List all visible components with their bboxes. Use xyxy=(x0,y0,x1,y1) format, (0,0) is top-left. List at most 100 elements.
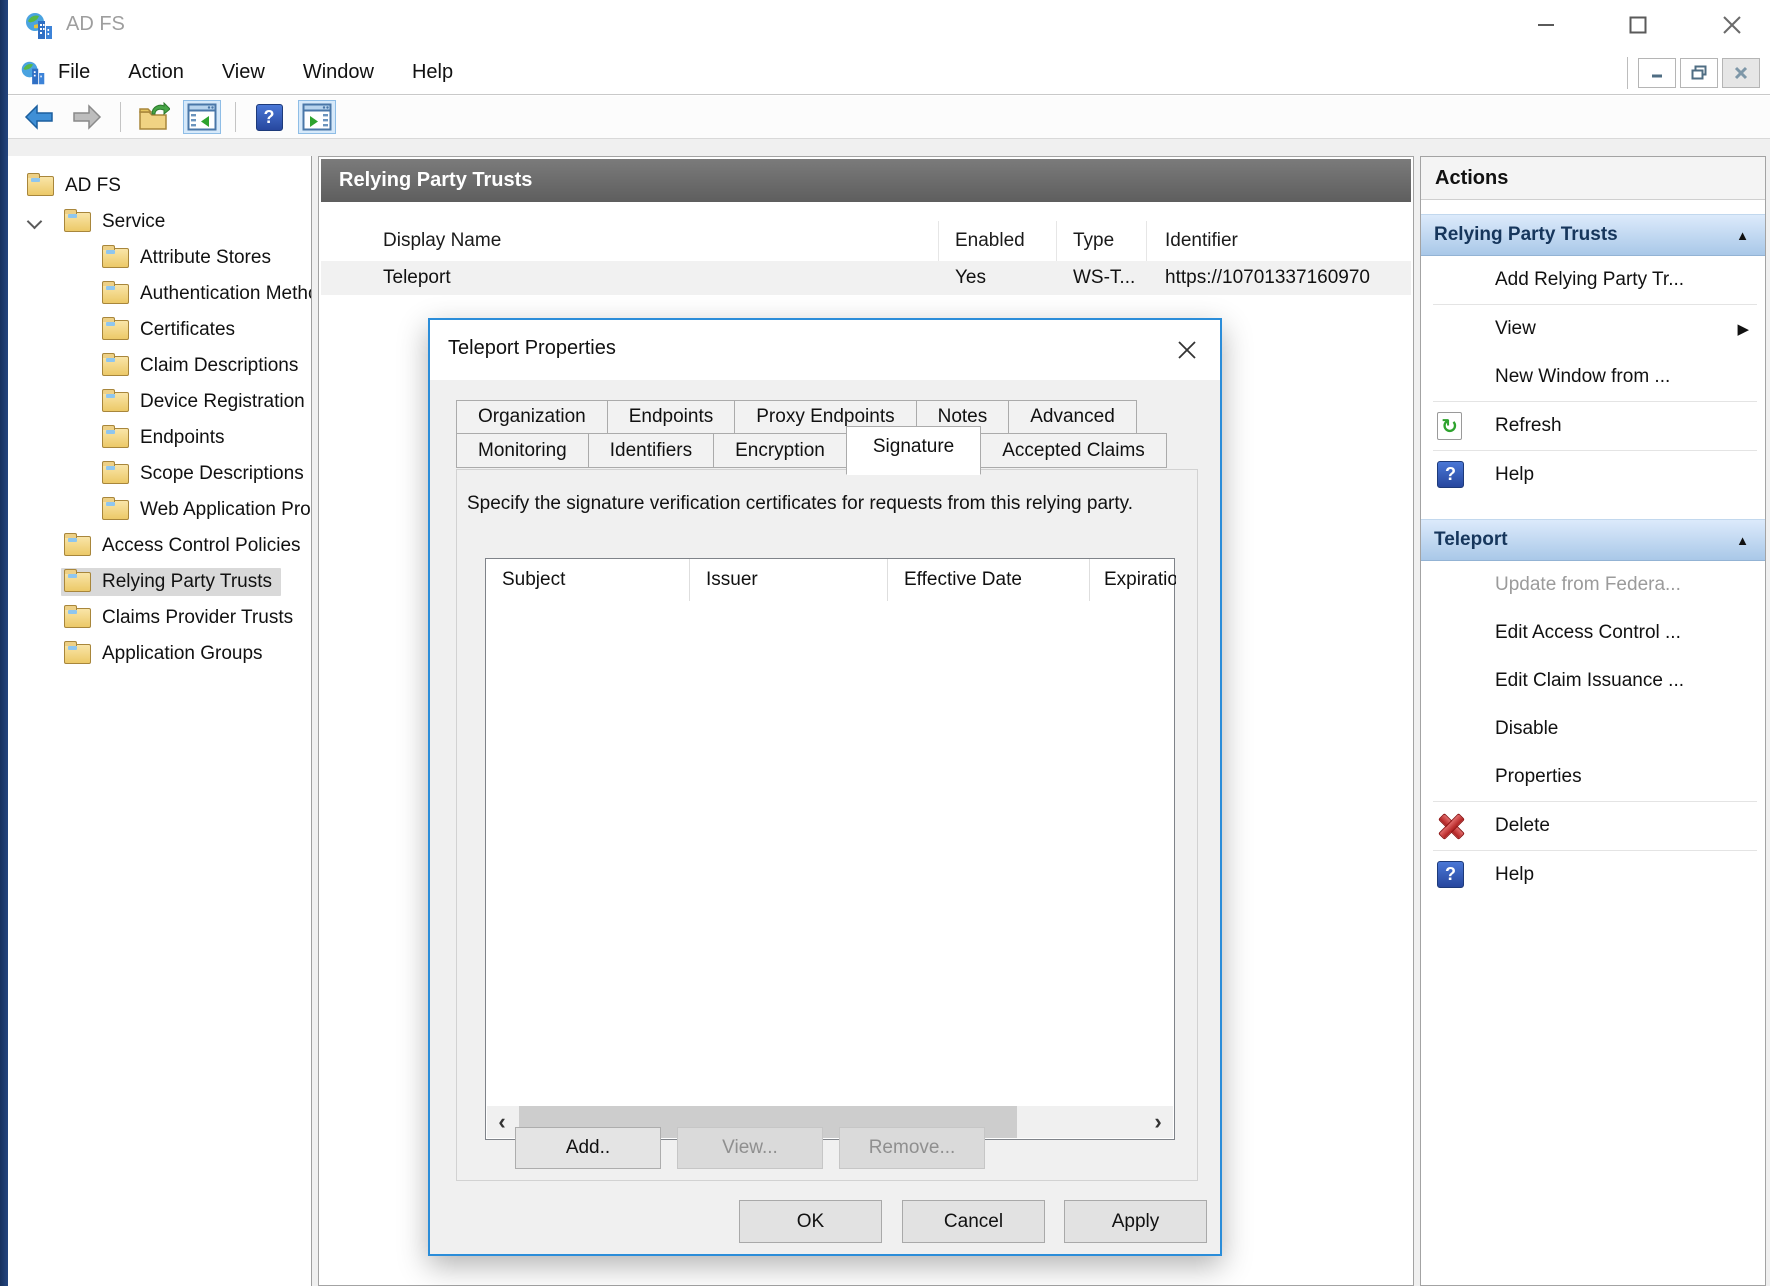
action-update-from-federation[interactable]: Update from Federa... xyxy=(1421,561,1765,609)
action-delete[interactable]: Delete xyxy=(1421,802,1765,850)
cancel-button[interactable]: Cancel xyxy=(902,1200,1045,1243)
tab-organization[interactable]: Organization xyxy=(456,400,608,434)
tree-item-relying-party-trusts[interactable]: Relying Party Trusts xyxy=(8,564,311,600)
window-maximize-button[interactable] xyxy=(1612,8,1664,42)
divider xyxy=(235,102,236,132)
dialog-close-button[interactable] xyxy=(1168,332,1206,368)
scroll-left-arrow-icon[interactable]: ‹ xyxy=(487,1106,517,1138)
mdi-close-button[interactable] xyxy=(1722,58,1760,88)
close-icon xyxy=(1733,65,1749,81)
tab-advanced[interactable]: Advanced xyxy=(1008,400,1137,434)
tree-item-label: Authentication Methods xyxy=(140,283,312,305)
expand-chevron-icon[interactable] xyxy=(27,214,43,230)
tree-item-label: Device Registration xyxy=(140,391,305,413)
back-button[interactable] xyxy=(20,100,58,134)
divider xyxy=(1627,57,1628,89)
tree-item-service[interactable]: Service xyxy=(8,204,311,240)
menu-help[interactable]: Help xyxy=(412,61,453,84)
tree-item-claim-descriptions[interactable]: Claim Descriptions xyxy=(8,348,311,384)
mdi-restore-button[interactable] xyxy=(1680,58,1718,88)
folder-icon xyxy=(64,212,91,232)
section-title: Teleport xyxy=(1434,529,1508,551)
menu-window[interactable]: Window xyxy=(303,61,374,84)
table-row-teleport[interactable]: Teleport Yes WS-T... https://10701337160… xyxy=(321,261,1411,295)
column-display-name[interactable]: Display Name xyxy=(355,221,939,261)
actions-section-teleport[interactable]: Teleport ▲ xyxy=(1421,519,1765,561)
tab-accepted-claims[interactable]: Accepted Claims xyxy=(980,433,1167,468)
submenu-arrow-icon: ▶ xyxy=(1737,320,1749,338)
apply-button[interactable]: Apply xyxy=(1064,1200,1207,1243)
tree-item-application-groups[interactable]: Application Groups xyxy=(8,636,311,672)
tree-item-device-registration[interactable]: Device Registration xyxy=(8,384,311,420)
action-properties[interactable]: Properties xyxy=(1421,753,1765,801)
remove-certificate-button[interactable]: Remove... xyxy=(839,1127,985,1169)
column-enabled[interactable]: Enabled xyxy=(939,221,1057,261)
actions-section-relying-party-trusts[interactable]: Relying Party Trusts ▲ xyxy=(1421,214,1765,256)
folder-icon xyxy=(64,608,91,628)
folder-icon xyxy=(102,248,129,268)
tree-item-certificates[interactable]: Certificates xyxy=(8,312,311,348)
scroll-right-arrow-icon[interactable]: › xyxy=(1143,1106,1173,1138)
collapse-caret-icon[interactable]: ▲ xyxy=(1736,228,1749,243)
forward-button[interactable] xyxy=(68,100,106,134)
pane-title: Relying Party Trusts xyxy=(321,159,1411,202)
action-help[interactable]: ? Help xyxy=(1421,451,1765,499)
tab-endpoints[interactable]: Endpoints xyxy=(607,400,736,434)
tree-item-scope-descriptions[interactable]: Scope Descriptions xyxy=(8,456,311,492)
tab-monitoring[interactable]: Monitoring xyxy=(456,433,589,468)
column-issuer[interactable]: Issuer xyxy=(690,559,888,601)
window-title: AD FS xyxy=(66,13,125,36)
column-subject[interactable]: Subject xyxy=(486,559,690,601)
tree-item-ad-fs[interactable]: AD FS xyxy=(8,168,311,204)
tree-item-authentication-methods[interactable]: Authentication Methods xyxy=(8,276,311,312)
tab-encryption[interactable]: Encryption xyxy=(713,433,847,468)
menu-view[interactable]: View xyxy=(222,61,265,84)
column-expiration[interactable]: Expiration xyxy=(1090,559,1176,601)
tree-item-label: Service xyxy=(102,211,165,233)
tree-item-label: Certificates xyxy=(140,319,235,341)
mdi-minimize-button[interactable] xyxy=(1638,58,1676,88)
action-view[interactable]: View ▶ xyxy=(1421,305,1765,353)
column-effective-date[interactable]: Effective Date xyxy=(888,559,1090,601)
menu-action[interactable]: Action xyxy=(128,61,184,84)
column-identifier[interactable]: Identifier xyxy=(1147,221,1413,261)
action-disable[interactable]: Disable xyxy=(1421,705,1765,753)
column-type[interactable]: Type xyxy=(1057,221,1147,261)
tree-item-access-control-policies[interactable]: Access Control Policies xyxy=(8,528,311,564)
view-certificate-button[interactable]: View... xyxy=(677,1127,823,1169)
add-certificate-button[interactable]: Add.. xyxy=(515,1127,661,1169)
action-new-window[interactable]: New Window from ... xyxy=(1421,353,1765,401)
tab-signature[interactable]: Signature xyxy=(846,426,981,475)
menu-file[interactable]: File xyxy=(58,61,90,84)
export-list-button[interactable] xyxy=(135,100,173,134)
action-label: Add Relying Party Tr... xyxy=(1495,269,1684,291)
action-edit-access-control[interactable]: Edit Access Control ... xyxy=(1421,609,1765,657)
cell-type: WS-T... xyxy=(1057,261,1147,295)
action-refresh[interactable]: ↻ Refresh xyxy=(1421,402,1765,450)
folder-icon xyxy=(102,356,129,376)
certificates-list[interactable]: Subject Issuer Effective Date Expiration… xyxy=(485,558,1175,1140)
tree-item-attribute-stores[interactable]: Attribute Stores xyxy=(8,240,311,276)
signature-tab-panel: Specify the signature verification certi… xyxy=(456,469,1198,1181)
help-button[interactable]: ? xyxy=(250,100,288,134)
refresh-icon: ↻ xyxy=(1437,412,1462,440)
action-add-relying-party-trust[interactable]: Add Relying Party Tr... xyxy=(1421,256,1765,304)
console-tree-toggle-button[interactable] xyxy=(183,100,221,134)
tree-item-claims-provider-trusts[interactable]: Claims Provider Trusts xyxy=(8,600,311,636)
spacer xyxy=(1421,499,1765,519)
cell-identifier: https://10701337160970 xyxy=(1147,261,1413,295)
window-minimize-button[interactable] xyxy=(1520,8,1572,42)
action-help-teleport[interactable]: ? Help xyxy=(1421,851,1765,899)
folder-icon xyxy=(64,572,91,592)
collapse-caret-icon[interactable]: ▲ xyxy=(1736,533,1749,548)
action-pane-toggle-button[interactable] xyxy=(298,100,336,134)
tree-item-endpoints[interactable]: Endpoints xyxy=(8,420,311,456)
tree-item-web-application-proxy[interactable]: Web Application Proxy xyxy=(8,492,311,528)
window-close-button[interactable] xyxy=(1706,8,1758,42)
action-label: Help xyxy=(1495,864,1534,886)
tab-identifiers[interactable]: Identifiers xyxy=(588,433,714,468)
ok-button[interactable]: OK xyxy=(739,1200,882,1243)
folder-icon xyxy=(102,428,129,448)
actions-pane: Actions Relying Party Trusts ▲ Add Relyi… xyxy=(1420,156,1766,1286)
action-edit-claim-issuance[interactable]: Edit Claim Issuance ... xyxy=(1421,657,1765,705)
